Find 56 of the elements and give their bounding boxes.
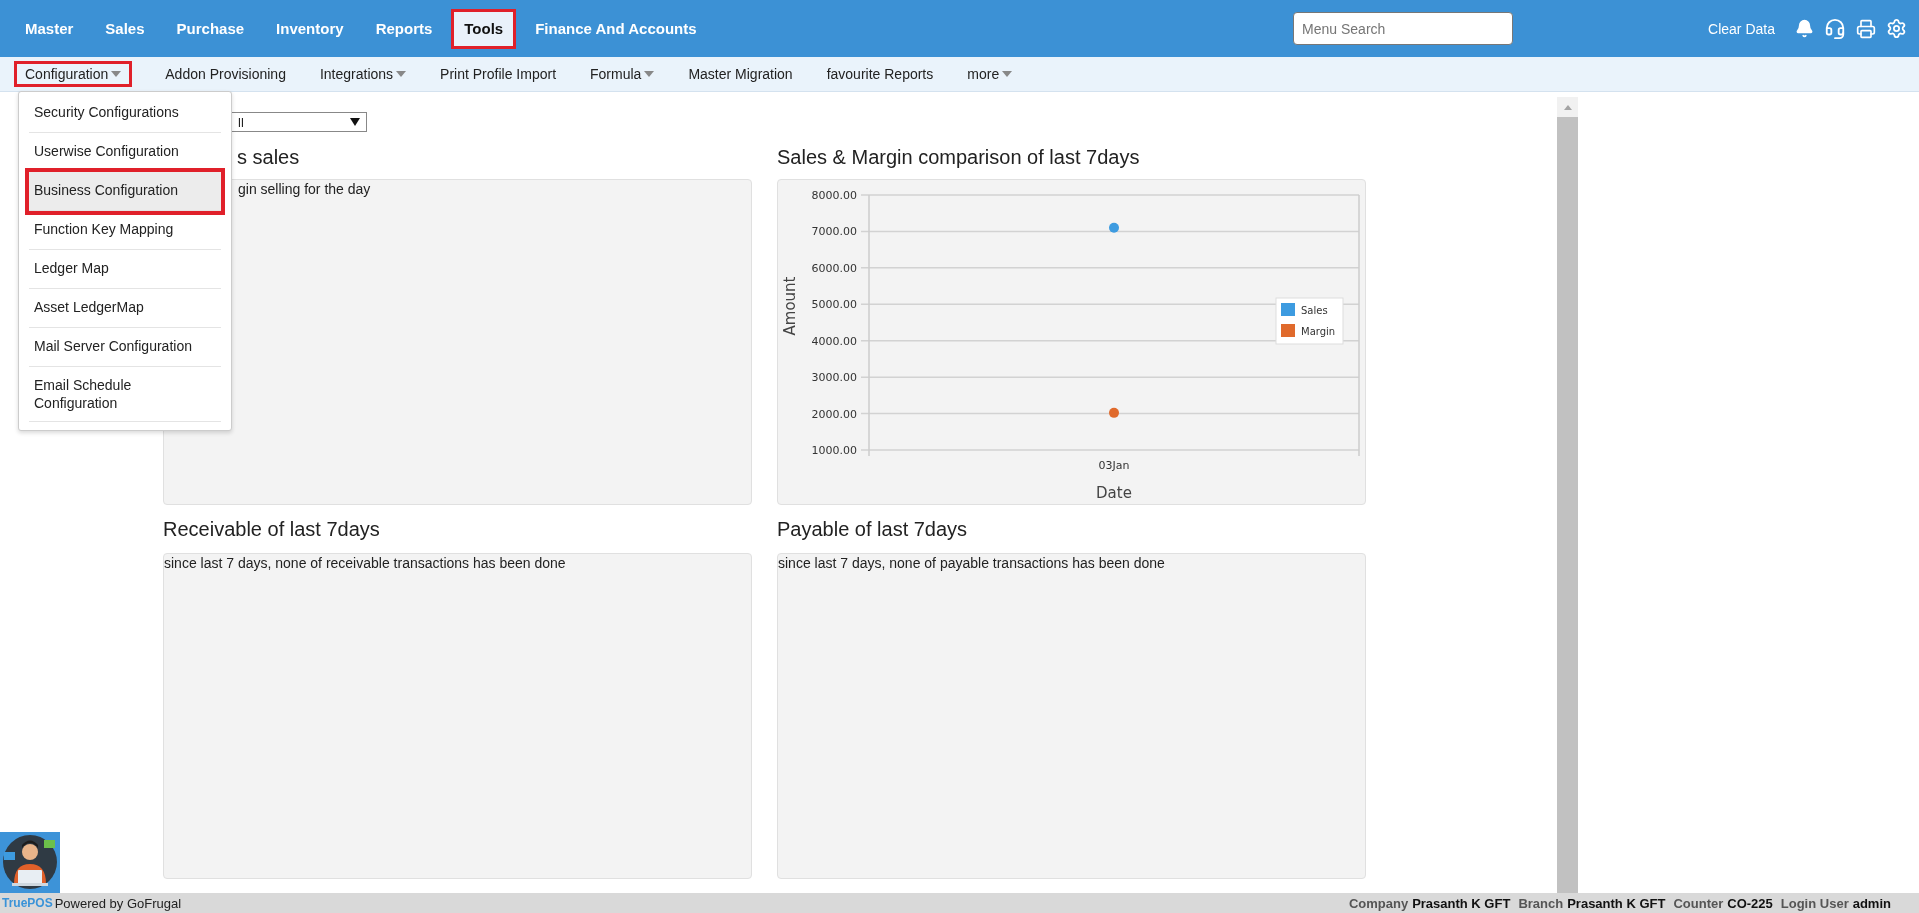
menu-tab[interactable]: Tools (451, 8, 517, 49)
submenu-item[interactable]: Configuration (14, 61, 133, 87)
caret-icon (1002, 71, 1013, 77)
caret-icon (396, 71, 407, 77)
status-label: Login User (1780, 895, 1849, 911)
headset-icon[interactable] (1824, 17, 1846, 40)
submenu-item[interactable]: Master Migration (677, 61, 804, 87)
menu-item[interactable]: Asset LedgerMap (29, 289, 221, 328)
caret-icon (644, 71, 655, 77)
submenu-item[interactable]: favourite Reports (815, 61, 945, 87)
axis-tick-label: 2000.00 (811, 407, 857, 421)
submenu-item[interactable]: Integrations (308, 61, 418, 87)
bell-icon[interactable] (1795, 19, 1814, 38)
status-label: Counter (1673, 895, 1724, 911)
scroll-up-icon[interactable] (1563, 104, 1572, 110)
status-value: CO-225 (1727, 895, 1773, 911)
submenu-item[interactable]: more (956, 61, 1024, 87)
axis-tick-label: 3000.00 (811, 371, 857, 385)
axis-tick-label: 7000.00 (811, 225, 857, 239)
menu-item[interactable]: Function Key Mapping (29, 211, 221, 250)
legend-label: Margin (1301, 326, 1336, 337)
axis-tick-label: 8000.00 (811, 189, 857, 202)
panel-title: Payable of last 7days (777, 518, 969, 542)
panel-title: Sales & Margin comparison of last 7days (777, 146, 1141, 170)
axis-tick-label: 4000.00 (811, 334, 857, 348)
status-value: Prasanth K GFT (1567, 895, 1666, 911)
printer-icon[interactable] (1856, 18, 1876, 39)
menu-item[interactable]: Security Configurations (29, 94, 221, 133)
powered-by-text: Powered by GoFrugal (54, 895, 182, 911)
scrollbar[interactable] (1557, 97, 1578, 893)
panel-message: since last 7 days, none of payable transactions has been done (778, 554, 1165, 571)
status-value: Prasanth K GFT (1412, 895, 1511, 911)
submenu-item[interactable]: Print Profile Import (429, 61, 568, 87)
axis-tick-label: 6000.00 (811, 261, 857, 275)
submenu-item[interactable]: Formula (579, 61, 666, 87)
menu-item[interactable]: Email Schedule Configuration (29, 367, 221, 422)
menu-item[interactable]: Ledger Map (29, 250, 221, 289)
status-label: Company (1348, 895, 1409, 911)
axis-title: Amount (781, 276, 799, 336)
axis-tick-label: 5000.00 (811, 298, 857, 312)
settings-icon[interactable] (1886, 18, 1907, 39)
submenu-item[interactable]: Addon Provisioning (154, 61, 297, 87)
axis-title: Date (1096, 484, 1132, 502)
status-value: admin (1852, 895, 1891, 911)
axis-tick-label: 1000.00 (811, 444, 857, 457)
panel-title: Receivable of last 7days (163, 518, 381, 542)
caret-icon (350, 118, 360, 126)
panel-message: since last 7 days, none of receivable transactions has been done (164, 554, 566, 571)
support-avatar-icon[interactable] (0, 832, 60, 893)
menu-item[interactable]: Mail Server Configuration (29, 328, 221, 367)
legend-label: Sales (1301, 305, 1328, 316)
status-label: Branch (1518, 895, 1564, 911)
caret-icon (111, 71, 122, 77)
brand-logo: TruePOS (2, 896, 53, 910)
axis-tick-label: 03Jan (1098, 459, 1130, 472)
menu-search-field[interactable]: Menu Search (1293, 12, 1514, 45)
